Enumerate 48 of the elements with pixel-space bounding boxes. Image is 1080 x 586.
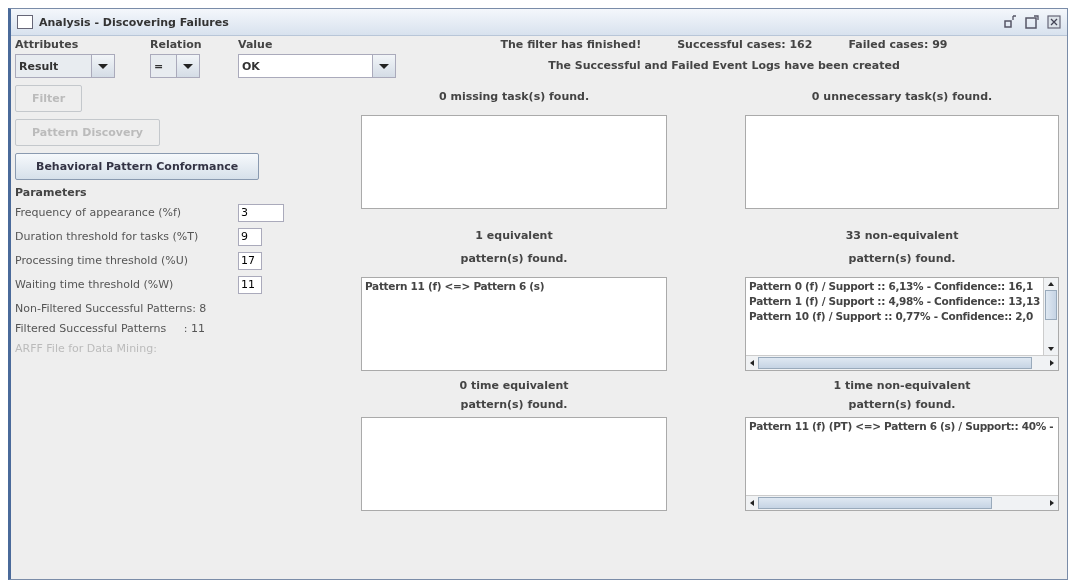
- result-heading: 0 time equivalent: [459, 379, 569, 392]
- field-label: Waiting time threshold (%W): [15, 278, 175, 291]
- field-label: Frequency of appearance (%f): [15, 206, 183, 219]
- result-heading: pattern(s) found.: [848, 398, 956, 411]
- result-heading: 0 unnecessary task(s) found.: [811, 90, 993, 103]
- maximize-icon[interactable]: [1025, 15, 1039, 29]
- result-heading: 33 non-equivalent: [845, 229, 959, 242]
- caret-icon[interactable]: [91, 55, 114, 77]
- window-title: Analysis - Discovering Failures: [39, 15, 229, 29]
- action-button[interactable]: Behavioral Pattern Conformance: [15, 153, 260, 180]
- window-icon: [17, 15, 33, 29]
- list-item[interactable]: Pattern 0 (f) / Support :: 6,13% - Confidence:: 16,1: [749, 280, 1040, 292]
- horizontal-scrollbar[interactable]: [746, 355, 1058, 370]
- result-heading: 1 equivalent: [475, 229, 553, 242]
- result-heading: 0 missing task(s) found.: [438, 90, 590, 103]
- caret-icon[interactable]: [176, 55, 199, 77]
- minimize-icon[interactable]: [1003, 15, 1017, 29]
- result-heading: pattern(s) found.: [460, 252, 568, 265]
- field-label: Duration threshold for tasks (%T): [15, 230, 200, 243]
- input-field[interactable]: 11: [238, 275, 262, 294]
- column-label: Value: [238, 38, 274, 51]
- list-item[interactable]: Pattern 11 (f) (PT) <=> Pattern 6 (s) / Support:: 40% -: [749, 420, 1055, 432]
- input-field[interactable]: 17: [238, 251, 262, 270]
- field-label: Processing time threshold (%U): [15, 254, 189, 267]
- dropdown[interactable]: OK: [238, 54, 396, 78]
- dropdown[interactable]: =: [150, 54, 200, 78]
- list-item[interactable]: Pattern 1 (f) / Support :: 4,98% - Confidence:: 13,13: [749, 295, 1040, 307]
- status-text: Failed cases: 99: [848, 38, 948, 51]
- input-field[interactable]: 3: [238, 203, 284, 222]
- info-text: Non-Filtered Successful Patterns: 8: [15, 302, 207, 315]
- vertical-scrollbar[interactable]: [1043, 278, 1058, 355]
- section-title: Parameters: [15, 186, 87, 199]
- caret-icon[interactable]: [372, 55, 395, 77]
- result-heading: pattern(s) found.: [460, 398, 568, 411]
- close-icon[interactable]: [1047, 15, 1061, 29]
- result-heading: 1 time non-equivalent: [833, 379, 971, 392]
- dropdown[interactable]: Result: [15, 54, 115, 78]
- column-label: Attributes: [15, 38, 80, 51]
- status-text: Successful cases: 162: [677, 38, 813, 51]
- status-text: The filter has finished!: [500, 38, 642, 51]
- status-text: The Successful and Failed Event Logs have been created: [548, 59, 900, 72]
- input-field[interactable]: 9: [238, 227, 262, 246]
- list-item[interactable]: Pattern 11 (f) <=> Pattern 6 (s): [365, 280, 664, 292]
- result-heading: pattern(s) found.: [848, 252, 956, 265]
- horizontal-scrollbar[interactable]: [746, 495, 1058, 510]
- column-label: Relation: [150, 38, 203, 51]
- info-text: Filtered Successful Patterns : 11: [15, 322, 205, 335]
- list-item[interactable]: Pattern 10 (f) / Support :: 0,77% - Confidence:: 2,0: [749, 310, 1040, 322]
